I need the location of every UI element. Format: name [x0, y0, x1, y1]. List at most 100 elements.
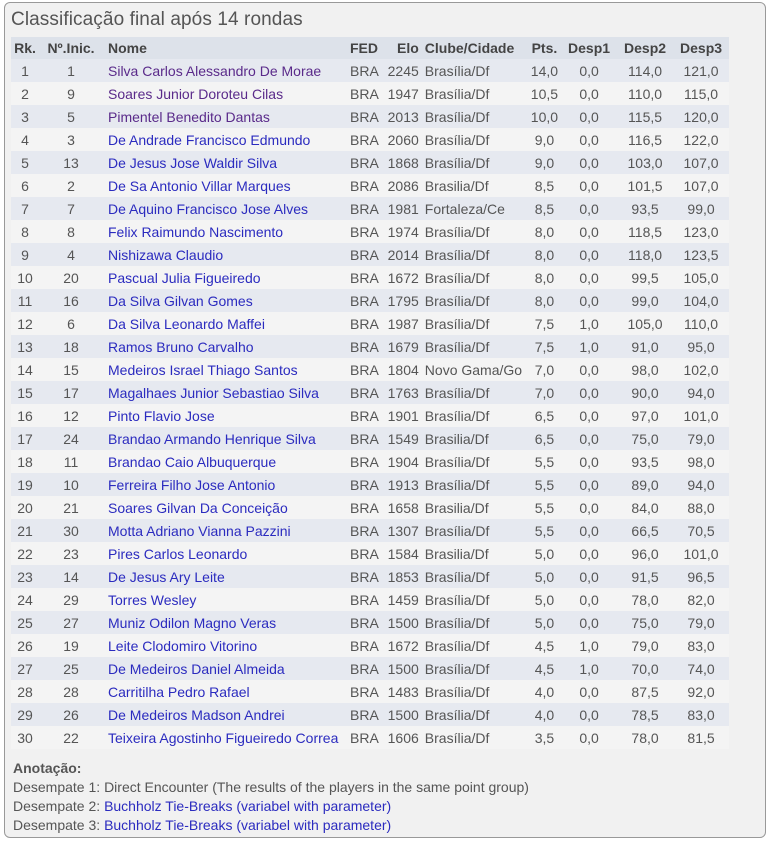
club-cell: Brasília/Df [421, 82, 528, 105]
player-name-cell[interactable]: Pinto Flavio Jose [103, 404, 347, 427]
start-number-cell: 14 [39, 565, 103, 588]
tiebreak-2-cell: 97,0 [617, 404, 674, 427]
club-cell: Brasília/Df [421, 220, 528, 243]
fed-cell: BRA [347, 105, 382, 128]
tiebreak-2-cell: 114,0 [617, 59, 674, 82]
club-cell: Brasilia/Df [421, 427, 528, 450]
start-number-cell: 20 [39, 266, 103, 289]
fed-cell: BRA [347, 243, 382, 266]
player-name-cell[interactable]: De Medeiros Madson Andrei [103, 703, 347, 726]
rank-cell: 2 [11, 82, 39, 105]
fed-cell: BRA [347, 473, 382, 496]
tiebreak-3-cell: 81,5 [673, 726, 730, 749]
player-name-cell[interactable]: Leite Clodomiro Vitorino [103, 634, 347, 657]
player-name-cell[interactable]: Torres Wesley [103, 588, 347, 611]
points-cell: 7,5 [527, 335, 562, 358]
tiebreak-1-cell: 0,0 [561, 542, 618, 565]
player-name-cell[interactable]: Brandao Armando Henrique Silva [103, 427, 347, 450]
player-name-cell[interactable]: De Andrade Francisco Edmundo [103, 128, 347, 151]
start-number-cell: 28 [39, 680, 103, 703]
points-cell: 6,5 [527, 404, 562, 427]
start-number-cell: 16 [39, 289, 103, 312]
player-name-cell[interactable]: Pires Carlos Leonardo [103, 542, 347, 565]
tiebreak-3-cell: 115,0 [673, 82, 730, 105]
tiebreak-1-cell: 1,0 [561, 634, 618, 657]
player-name-cell[interactable]: Soares Junior Doroteu Cilas [103, 82, 347, 105]
club-cell: Brasília/Df [421, 473, 528, 496]
elo-cell: 1459 [381, 588, 422, 611]
start-number-cell: 7 [39, 197, 103, 220]
tiebreak-3-cell: 110,0 [673, 312, 730, 335]
elo-cell: 1500 [381, 657, 422, 680]
rank-cell: 5 [11, 151, 39, 174]
player-name-cell[interactable]: Ferreira Filho Jose Antonio [103, 473, 347, 496]
player-name-cell[interactable]: De Jesus Ary Leite [103, 565, 347, 588]
player-name-cell[interactable]: Pascual Julia Figueiredo [103, 266, 347, 289]
tiebreak-2-cell: 101,5 [617, 174, 674, 197]
player-name-cell[interactable]: De Jesus Jose Waldir Silva [103, 151, 347, 174]
col-elo[interactable]: Elo [381, 37, 422, 59]
points-cell: 5,0 [527, 542, 562, 565]
col-tiebreak-2[interactable]: Desp2 [617, 37, 674, 59]
player-name-cell[interactable]: Soares Gilvan Da Conceição [103, 496, 347, 519]
club-cell: Brasília/Df [421, 266, 528, 289]
player-name-cell[interactable]: Magalhaes Junior Sebastiao Silva [103, 381, 347, 404]
player-name-cell[interactable]: Da Silva Gilvan Gomes [103, 289, 347, 312]
col-club[interactable]: Clube/Cidade [421, 37, 528, 59]
player-name-cell[interactable]: De Sa Antonio Villar Marques [103, 174, 347, 197]
player-name-cell[interactable]: Felix Raimundo Nascimento [103, 220, 347, 243]
rank-cell: 28 [11, 680, 39, 703]
tiebreak-2-cell: 89,0 [617, 473, 674, 496]
elo-cell: 1804 [381, 358, 422, 381]
table-row: 26 19 Leite Clodomiro Vitorino BRA 1672 Brasí… [11, 634, 730, 657]
col-tiebreak-1[interactable]: Desp1 [561, 37, 618, 59]
tiebreak-description: Direct Encounter (The results of the pla… [104, 779, 529, 795]
tiebreak-3-cell: 122,0 [673, 128, 730, 151]
player-name-cell[interactable]: Nishizawa Claudio [103, 243, 347, 266]
player-name-cell[interactable]: Silva Carlos Alessandro De Morae [103, 59, 347, 82]
player-name-cell[interactable]: Teixeira Agostinho Figueiredo Correa [103, 726, 347, 749]
table-row: 1 1 Silva Carlos Alessandro De Morae BRA 224… [11, 59, 730, 82]
col-fed[interactable]: FED [347, 37, 382, 59]
table-row: 22 23 Pires Carlos Leonardo BRA 1584 Brasilia… [11, 542, 730, 565]
player-name-cell[interactable]: Da Silva Leonardo Maffei [103, 312, 347, 335]
col-name[interactable]: Nome [103, 37, 347, 59]
player-name-cell[interactable]: De Medeiros Daniel Almeida [103, 657, 347, 680]
tiebreak-3-cell: 94,0 [673, 473, 730, 496]
tiebreak-1-cell: 0,0 [561, 496, 618, 519]
elo-cell: 1853 [381, 565, 422, 588]
tiebreak-1-cell: 0,0 [561, 105, 618, 128]
club-cell: Brasília/Df [421, 151, 528, 174]
tiebreak-3-cell: 83,0 [673, 634, 730, 657]
tiebreak-3-cell: 107,0 [673, 174, 730, 197]
points-cell: 7,5 [527, 312, 562, 335]
col-rank[interactable]: Rk. [11, 37, 39, 59]
elo-cell: 1763 [381, 381, 422, 404]
elo-cell: 1672 [381, 634, 422, 657]
col-tiebreak-3[interactable]: Desp3 [673, 37, 730, 59]
tiebreak-2-cell: 99,5 [617, 266, 674, 289]
player-name-cell[interactable]: Medeiros Israel Thiago Santos [103, 358, 347, 381]
tiebreak-3-cell: 123,0 [673, 220, 730, 243]
player-name-cell[interactable]: Motta Adriano Vianna Pazzini [103, 519, 347, 542]
table-row: 23 14 De Jesus Ary Leite BRA 1853 Brasília/Df… [11, 565, 730, 588]
col-start-number[interactable]: Nº.Inic. [39, 37, 103, 59]
tiebreak-link[interactable]: Buchholz Tie-Breaks (variabel with param… [104, 817, 391, 833]
elo-cell: 1987 [381, 312, 422, 335]
tiebreak-2-cell: 103,0 [617, 151, 674, 174]
fed-cell: BRA [347, 197, 382, 220]
player-name-cell[interactable]: Pimentel Benedito Dantas [103, 105, 347, 128]
player-name-cell[interactable]: Carritilha Pedro Rafael [103, 680, 347, 703]
elo-cell: 1658 [381, 496, 422, 519]
player-name-cell[interactable]: Brandao Caio Albuquerque [103, 450, 347, 473]
start-number-cell: 24 [39, 427, 103, 450]
player-name-cell[interactable]: De Aquino Francisco Jose Alves [103, 197, 347, 220]
tiebreak-3-cell: 96,5 [673, 565, 730, 588]
fed-cell: BRA [347, 59, 382, 82]
col-points[interactable]: Pts. [527, 37, 562, 59]
rank-cell: 14 [11, 358, 39, 381]
player-name-cell[interactable]: Ramos Bruno Carvalho [103, 335, 347, 358]
player-name-cell[interactable]: Muniz Odilon Magno Veras [103, 611, 347, 634]
tiebreak-link[interactable]: Buchholz Tie-Breaks (variabel with param… [104, 798, 391, 814]
tiebreak-1-cell: 0,0 [561, 59, 618, 82]
